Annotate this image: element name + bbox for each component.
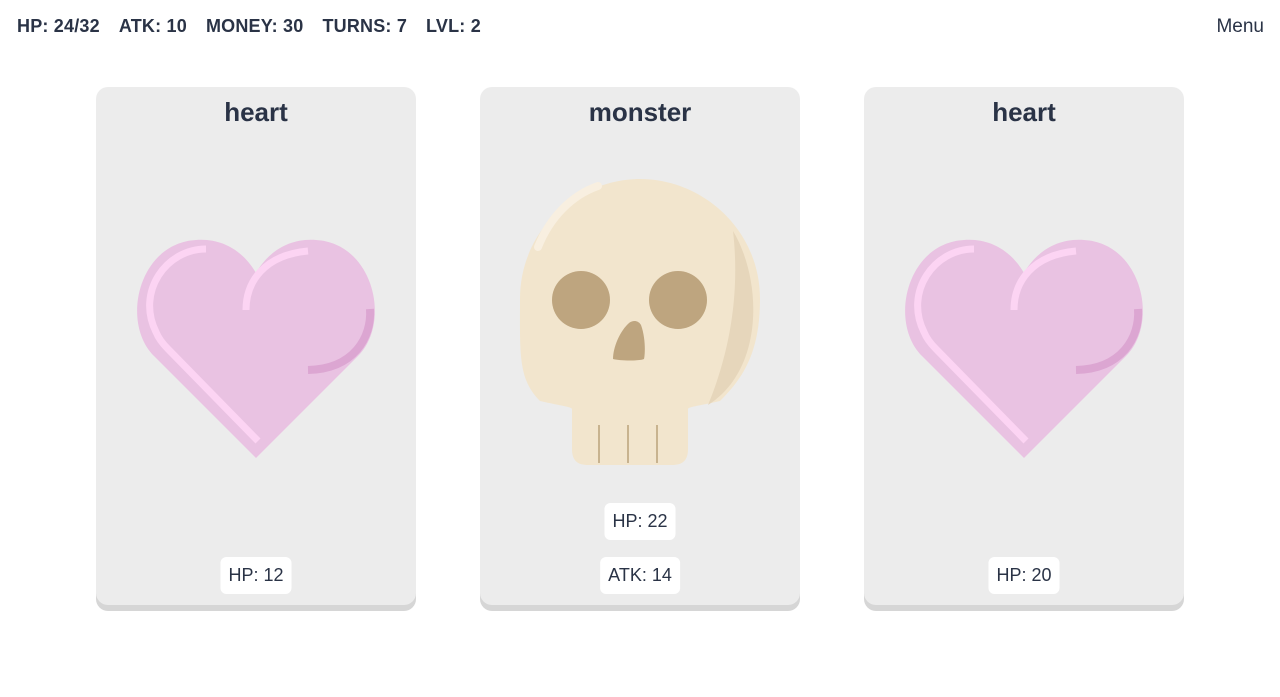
heart-icon xyxy=(905,239,1143,458)
card-title: heart xyxy=(224,97,288,127)
level-stat: LVL: 2 xyxy=(426,16,481,36)
money-stat: MONEY: 30 xyxy=(205,16,304,36)
menu-button[interactable]: Menu xyxy=(1216,16,1264,38)
hp-badge: HP: 12 xyxy=(220,557,292,594)
turns-stat: TURNS: 7 xyxy=(322,16,408,36)
hp-badge: HP: 22 xyxy=(604,503,676,540)
skull-icon xyxy=(519,179,760,465)
card-monster[interactable]: monster HP: 22 ATK: 14 xyxy=(480,87,800,605)
card-heart-left[interactable]: heart HP: 12 xyxy=(96,87,416,605)
heart-icon xyxy=(137,239,375,458)
card-heart-right[interactable]: heart HP: 20 xyxy=(864,87,1184,605)
card-title: monster xyxy=(588,97,692,127)
player-stats: HP: 24/32 ATK: 10 MONEY: 30 TURNS: 7 LVL… xyxy=(17,16,481,37)
hp-badge: HP: 20 xyxy=(988,557,1060,594)
atk-stat: ATK: 10 xyxy=(118,16,187,36)
hp-stat: HP: 24/32 xyxy=(17,16,100,36)
top-bar: HP: 24/32 ATK: 10 MONEY: 30 TURNS: 7 LVL… xyxy=(0,0,1280,54)
card-title: heart xyxy=(992,97,1056,127)
atk-badge: ATK: 14 xyxy=(600,557,680,594)
